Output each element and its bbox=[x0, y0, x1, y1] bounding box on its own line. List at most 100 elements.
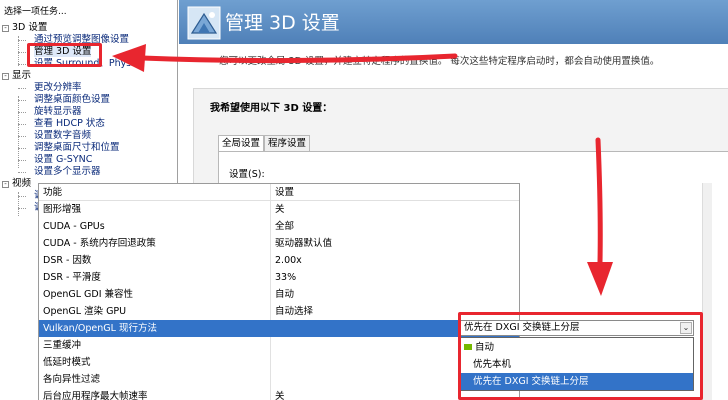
column-divider bbox=[270, 388, 271, 400]
setting-feature: 各向异性过滤 bbox=[43, 374, 101, 385]
tree-item-label: 3D 设置 bbox=[12, 22, 48, 33]
table-row[interactable]: DSR - 平滑度 33% bbox=[39, 269, 519, 286]
column-divider bbox=[270, 286, 271, 303]
tree-item-label: 视频 bbox=[12, 178, 32, 189]
tree-item[interactable]: 设置多个显示器 bbox=[0, 166, 101, 178]
tree-category[interactable]: -3D 设置 bbox=[0, 22, 47, 34]
column-divider bbox=[270, 201, 271, 218]
tree-connector bbox=[18, 64, 26, 65]
tree-connector bbox=[18, 196, 26, 197]
tree-connector bbox=[18, 52, 26, 53]
annotation-box-dropdown bbox=[458, 312, 703, 400]
tree-item-label: 显示 bbox=[12, 70, 32, 81]
page-banner: 管理 3D 设置 bbox=[179, 0, 728, 44]
tree-item-label: 设置 G-SYNC bbox=[34, 154, 93, 165]
tree-item-label: 更改分辨率 bbox=[34, 82, 82, 93]
tree-connector bbox=[18, 112, 26, 113]
setting-feature: CUDA - GPUs bbox=[43, 221, 105, 232]
table-row[interactable]: 各向异性过滤 bbox=[39, 371, 519, 388]
tree-item-label: 调整桌面尺寸和位置 bbox=[34, 142, 120, 153]
table-row[interactable]: 后台应用程序最大帧速率 关 bbox=[39, 388, 519, 400]
tree-item-label: 旋转显示器 bbox=[34, 106, 82, 117]
table-row[interactable]: Vulkan/OpenGL 现行方法 bbox=[39, 320, 519, 337]
table-row[interactable]: CUDA - 系统内存回退政策 驱动器默认值 bbox=[39, 235, 519, 252]
tree-connector bbox=[18, 88, 26, 89]
tree-item[interactable]: 调整桌面颜色设置 bbox=[0, 94, 110, 106]
tree-item-label: 设置数字音频 bbox=[34, 130, 92, 141]
column-divider bbox=[270, 218, 271, 235]
tree-item[interactable]: 查看 HDCP 状态 bbox=[0, 118, 105, 130]
setting-feature: 图形增强 bbox=[43, 204, 82, 215]
tree-category[interactable]: - 显示 bbox=[0, 70, 31, 82]
tree-item[interactable]: 旋转显示器 bbox=[0, 106, 82, 118]
setting-value: 自动选择 bbox=[275, 306, 314, 317]
page-title: 管理 3D 设置 bbox=[225, 12, 340, 34]
setting-feature: Vulkan/OpenGL 现行方法 bbox=[43, 323, 157, 334]
tree-item-label: 设置多个显示器 bbox=[34, 166, 101, 177]
tree-item[interactable]: 设置 G-SYNC bbox=[0, 154, 92, 166]
setting-value: 自动 bbox=[275, 289, 295, 300]
tree-item[interactable]: 设置数字音频 bbox=[0, 130, 91, 142]
table-row[interactable]: 三重缓冲 bbox=[39, 337, 519, 354]
setting-value: 设置 bbox=[275, 187, 295, 198]
tree-connector bbox=[18, 136, 26, 137]
grid-scrollbar[interactable] bbox=[702, 183, 712, 400]
setting-feature: DSR - 平滑度 bbox=[43, 272, 101, 283]
setting-feature: DSR - 因数 bbox=[43, 255, 92, 266]
tab-global-settings[interactable]: 全局设置 bbox=[218, 135, 265, 152]
setting-value: 关 bbox=[275, 391, 285, 400]
task-pane-label: 选择一项任务... bbox=[4, 7, 67, 17]
table-row[interactable]: CUDA - GPUs 全部 bbox=[39, 218, 519, 235]
tree-connector bbox=[18, 124, 26, 125]
tree-connector bbox=[18, 40, 26, 41]
tree-connector bbox=[18, 160, 26, 161]
tree-connector bbox=[18, 96, 19, 168]
3d-settings-icon bbox=[187, 6, 221, 40]
tree-connector bbox=[18, 100, 26, 101]
setting-value: 全部 bbox=[275, 221, 295, 232]
column-divider bbox=[270, 303, 271, 320]
setting-feature: 三重缓冲 bbox=[43, 340, 82, 351]
table-row[interactable]: OpenGL 渲染 GPU 自动选择 bbox=[39, 303, 519, 320]
collapse-icon[interactable]: - bbox=[2, 73, 9, 80]
setting-feature: 功能 bbox=[43, 187, 63, 198]
setting-value: 2.00x bbox=[275, 255, 302, 266]
setting-feature: OpenGL GDI 兼容性 bbox=[43, 289, 134, 300]
column-divider bbox=[270, 354, 271, 371]
page-description: 您可以更改全局 3D 设置，并建立特定程序的置换值。 每次这些特定程序启动时，都… bbox=[219, 56, 660, 67]
tab-program-settings[interactable]: 程序设置 bbox=[264, 135, 311, 151]
setting-feature: CUDA - 系统内存回退政策 bbox=[43, 238, 156, 249]
column-divider bbox=[270, 235, 271, 252]
grid-header: 功能 设置 bbox=[39, 184, 519, 201]
table-row[interactable]: 低延时模式 bbox=[39, 354, 519, 371]
annotation-box-tree-item bbox=[27, 43, 102, 67]
tree-item-label: 调整桌面颜色设置 bbox=[34, 94, 111, 105]
column-divider bbox=[270, 337, 271, 354]
setting-value: 33% bbox=[275, 272, 297, 283]
table-row[interactable]: OpenGL GDI 兼容性 自动 bbox=[39, 286, 519, 303]
settings-grid[interactable]: 功能 设置 图形增强关 CUDA - GPUs 全部 CUDA - 系统内存回退政策 驱动器… bbox=[38, 183, 520, 400]
column-divider bbox=[270, 252, 271, 269]
collapse-icon[interactable]: - bbox=[2, 25, 9, 32]
collapse-icon[interactable]: - bbox=[2, 181, 9, 188]
tree-connector bbox=[18, 36, 19, 66]
settings-heading: 我希望使用以下 3D 设置： bbox=[210, 103, 333, 114]
setting-feature: OpenGL 渲染 GPU bbox=[43, 306, 127, 317]
setting-value: 驱动器默认值 bbox=[275, 238, 333, 249]
setting-value: 关 bbox=[275, 204, 285, 215]
setting-feature: 低延时模式 bbox=[43, 357, 91, 368]
table-row[interactable]: DSR - 因数 2.00x bbox=[39, 252, 519, 269]
tree-category[interactable]: - 视频 bbox=[0, 178, 31, 190]
tree-connector bbox=[18, 172, 26, 173]
tree-item-label: 查看 HDCP 状态 bbox=[34, 118, 105, 129]
tree-connector bbox=[18, 208, 26, 209]
tree-connector bbox=[18, 148, 26, 149]
tree-connector bbox=[18, 192, 19, 216]
setting-feature: 后台应用程序最大帧速率 bbox=[43, 391, 148, 400]
column-divider bbox=[270, 184, 271, 201]
tree-item[interactable]: 更改分辨率 bbox=[0, 82, 82, 94]
table-row[interactable]: 图形增强 关 bbox=[39, 201, 519, 218]
column-divider bbox=[270, 269, 271, 286]
column-divider bbox=[270, 371, 271, 388]
settings-list-label: 设置(S): bbox=[229, 169, 265, 180]
